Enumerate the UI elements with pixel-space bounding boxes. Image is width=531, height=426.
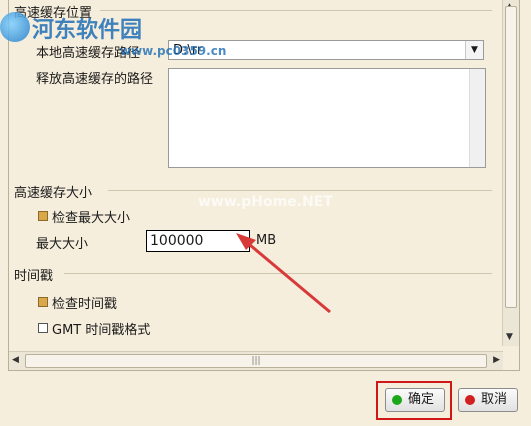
annotation-arrow-icon <box>236 233 331 314</box>
ok-dot-icon <box>392 395 402 405</box>
cancel-button[interactable]: 取消 <box>458 388 518 412</box>
cancel-button-label: 取消 <box>481 392 508 407</box>
dialog: ▲ ▼ ◀ ||| ▶ 高速缓存位置 本地高速缓存路径 D:\rr ▼ 释放高速… <box>0 0 531 426</box>
ok-button-label: 确定 <box>408 392 435 407</box>
cancel-dot-icon <box>465 395 475 405</box>
ok-button[interactable]: 确定 <box>385 388 445 412</box>
